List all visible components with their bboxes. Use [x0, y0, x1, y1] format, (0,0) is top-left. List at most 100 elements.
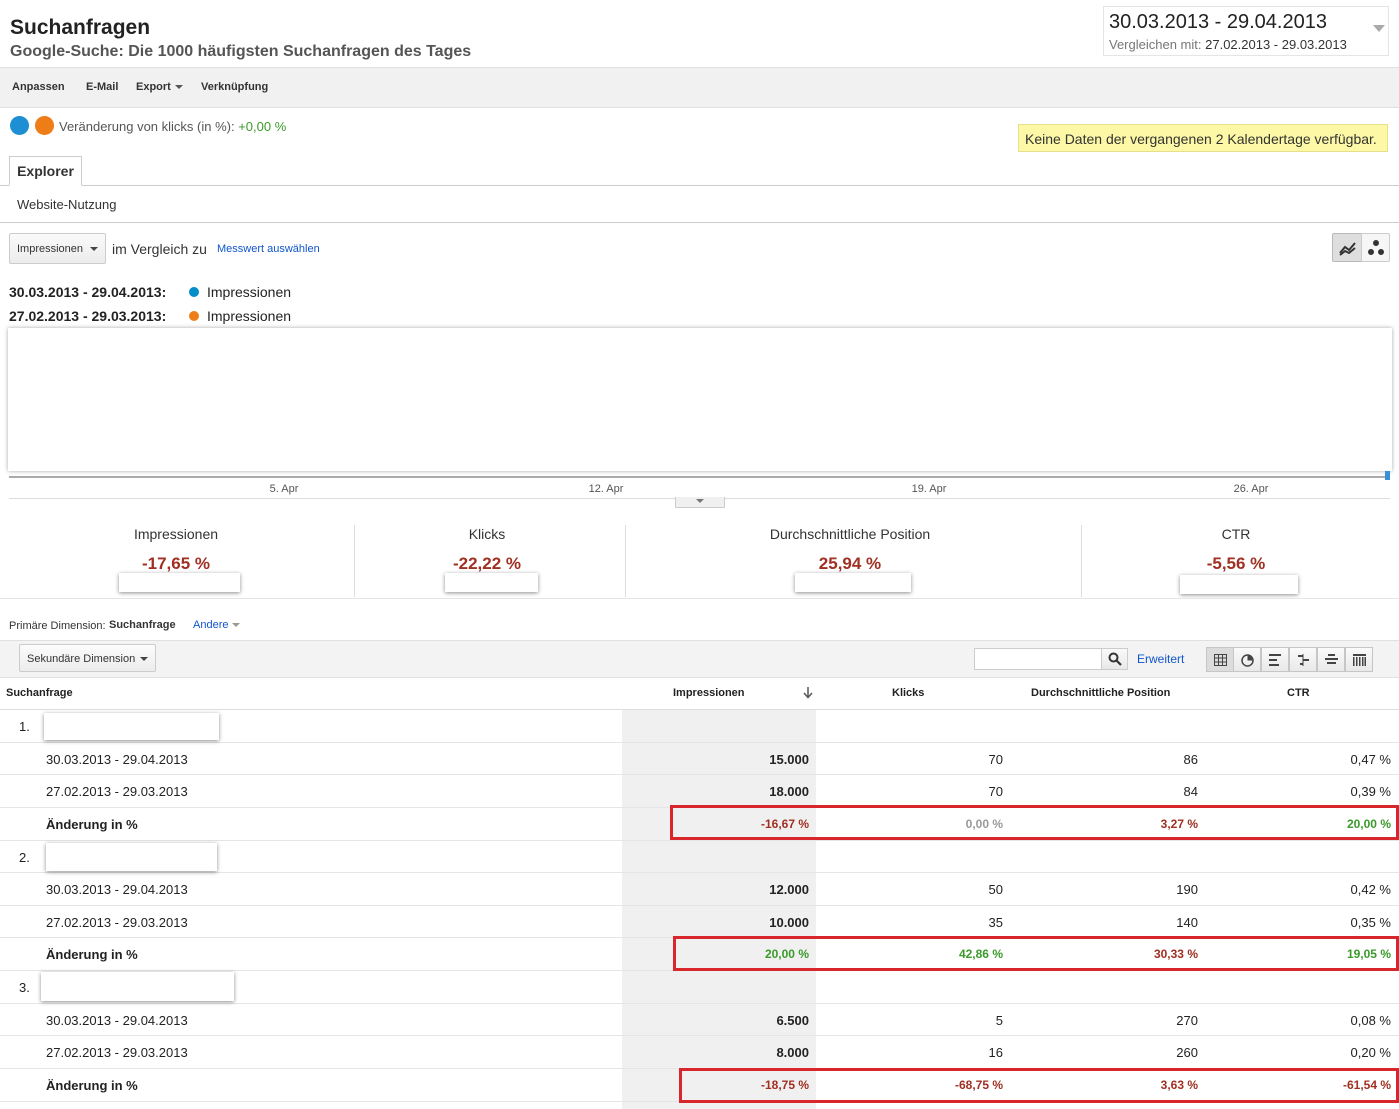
pivot-icon [1353, 654, 1366, 666]
cell-ctr: 0,42 % [1350, 882, 1391, 897]
table-row[interactable]: 27.02.2013 - 29.03.2013 18.000 70 84 0,3… [0, 775, 1399, 808]
change-label: Änderung in % [46, 1078, 138, 1093]
report-toolbar: Anpassen E-Mail Export Verknüpfung [0, 67, 1399, 108]
select-metric-link[interactable]: Messwert auswählen [217, 243, 320, 255]
view-pivot-button[interactable] [1345, 647, 1373, 672]
subtab-divider [0, 222, 1399, 223]
scorecard-divider [1081, 525, 1082, 597]
scorecard-ctr[interactable]: CTR -5,56 % [1116, 526, 1356, 574]
cell-impressions: 8.000 [776, 1045, 809, 1060]
redacted-box [795, 573, 911, 592]
primary-dimension-label: Primäre Dimension: [9, 620, 106, 632]
chevron-down-icon[interactable] [1373, 25, 1385, 32]
segment-current-icon[interactable] [10, 116, 29, 135]
cell-clicks: 5 [995, 1013, 1003, 1028]
scorecard-label: Durchschnittliche Position [769, 526, 931, 542]
view-performance-button[interactable] [1261, 647, 1289, 672]
subtab-site-usage[interactable]: Website-Nutzung [17, 197, 116, 212]
table-row[interactable]: 30.03.2013 - 29.04.2013 15.000 70 86 0,4… [0, 743, 1399, 775]
table-group-row[interactable]: 3. [0, 971, 1399, 1004]
advanced-filter-link[interactable]: Erweitert [1137, 652, 1184, 666]
email-button[interactable]: E-Mail [86, 81, 118, 93]
table-row[interactable]: 30.03.2013 - 29.04.2013 12.000 50 190 0,… [0, 873, 1399, 906]
cell-impressions: 10.000 [769, 915, 809, 930]
report-subtitle: Google-Suche: Die 1000 häufigsten Suchan… [10, 43, 472, 60]
cell-clicks: 16 [988, 1045, 1003, 1060]
line-chart-icon [1339, 242, 1356, 256]
column-header-ctr[interactable]: CTR [1287, 687, 1310, 699]
table-toolbar [0, 640, 1399, 678]
scorecard-value: -5,56 % [1206, 554, 1266, 573]
change-label: Änderung in % [46, 817, 138, 832]
table-row[interactable]: 27.02.2013 - 29.03.2013 8.000 16 260 0,2… [0, 1036, 1399, 1069]
legend-previous-dot-icon [189, 311, 199, 321]
x-tick-label: 19. Apr [911, 483, 947, 495]
data-freshness-notice: Keine Daten der vergangenen 2 Kalenderta… [1018, 124, 1388, 152]
cell-avg-position: 260 [1176, 1045, 1198, 1060]
tab-explorer[interactable]: Explorer [9, 156, 82, 186]
highlight-box [679, 1068, 1399, 1103]
primary-dimension-other[interactable]: Andere [193, 619, 241, 631]
metric-select[interactable]: Impressionen [9, 233, 106, 264]
column-header-clicks[interactable]: Klicks [892, 687, 924, 699]
column-header-avg-position[interactable]: Durchschnittliche Position [1031, 687, 1170, 699]
cell-ctr: 0,47 % [1350, 752, 1391, 767]
highlight-box [670, 805, 1399, 840]
scorecard-value: 25,94 % [818, 554, 882, 573]
date-range-picker[interactable]: 30.03.2013 - 29.04.2013 Vergleichen mit:… [1103, 6, 1389, 56]
segment-previous-icon[interactable] [35, 116, 54, 135]
legend-range-previous: 27.02.2013 - 29.03.2013: [9, 308, 167, 324]
row-date-range: 30.03.2013 - 29.04.2013 [46, 882, 188, 897]
row-date-range: 30.03.2013 - 29.04.2013 [46, 1013, 188, 1028]
other-label: Andere [193, 619, 229, 631]
primary-dimension-value[interactable]: Suchanfrage [109, 619, 176, 631]
line-chart-button[interactable] [1332, 233, 1362, 262]
scorecard-clicks[interactable]: Klicks -22,22 % [367, 526, 607, 574]
row-date-range: 30.03.2013 - 29.04.2013 [46, 752, 188, 767]
table-row[interactable]: 27.02.2013 - 29.03.2013 10.000 35 140 0,… [0, 906, 1399, 938]
scorecard-avg-position[interactable]: Durchschnittliche Position 25,94 % [730, 526, 970, 574]
secondary-dimension-label: Sekundäre Dimension [27, 653, 136, 665]
view-term-cloud-button[interactable] [1317, 647, 1345, 672]
customize-button[interactable]: Anpassen [12, 81, 65, 93]
redacted-box [1180, 575, 1298, 594]
table-group-row[interactable]: 1. [0, 710, 1399, 743]
pie-chart-icon [1241, 654, 1254, 667]
row-date-range: 27.02.2013 - 29.03.2013 [46, 1045, 188, 1060]
redacted-box [119, 573, 240, 592]
chart-collapse-handle[interactable] [675, 497, 725, 508]
cell-impressions: 18.000 [769, 784, 809, 799]
caret-down-icon [90, 247, 98, 251]
row-date-range: 27.02.2013 - 29.03.2013 [46, 784, 188, 799]
cell-ctr: 0,35 % [1350, 915, 1391, 930]
shortcut-button[interactable]: Verknüpfung [201, 81, 268, 93]
scorecard-impressions[interactable]: Impressionen -17,65 % [56, 526, 296, 574]
chart-plot-area [8, 328, 1392, 471]
export-button[interactable]: Export [136, 81, 183, 93]
metric-select-value: Impressionen [17, 243, 84, 255]
redacted-query [44, 713, 219, 740]
cell-clicks: 70 [988, 784, 1003, 799]
table-row[interactable]: 30.03.2013 - 29.04.2013 6.500 5 270 0,08… [0, 1004, 1399, 1036]
view-comparison-button[interactable] [1289, 647, 1317, 672]
view-pie-button[interactable] [1233, 647, 1261, 672]
compare-label: Vergleichen mit: [1109, 37, 1202, 52]
legend-series-current: Impressionen [207, 284, 292, 300]
row-date-range: 27.02.2013 - 29.03.2013 [46, 915, 188, 930]
cell-impressions: 12.000 [769, 882, 809, 897]
column-header-impressions[interactable]: Impressionen [673, 687, 745, 699]
redacted-query [41, 972, 234, 1001]
column-header-query[interactable]: Suchanfrage [6, 687, 73, 699]
table-search-input[interactable] [974, 648, 1102, 670]
sort-down-icon[interactable] [803, 687, 813, 699]
cell-clicks: 70 [988, 752, 1003, 767]
motion-chart-button[interactable] [1361, 233, 1390, 262]
x-tick-label: 5. Apr [269, 483, 299, 495]
row-index: 1. [19, 719, 30, 734]
cell-avg-position: 86 [1183, 752, 1198, 767]
table-group-row[interactable]: 2. [0, 841, 1399, 873]
search-button[interactable] [1101, 648, 1128, 670]
view-table-button[interactable] [1206, 647, 1234, 672]
secondary-dimension-select[interactable]: Sekundäre Dimension [19, 644, 156, 672]
caret-down-icon [174, 85, 183, 90]
